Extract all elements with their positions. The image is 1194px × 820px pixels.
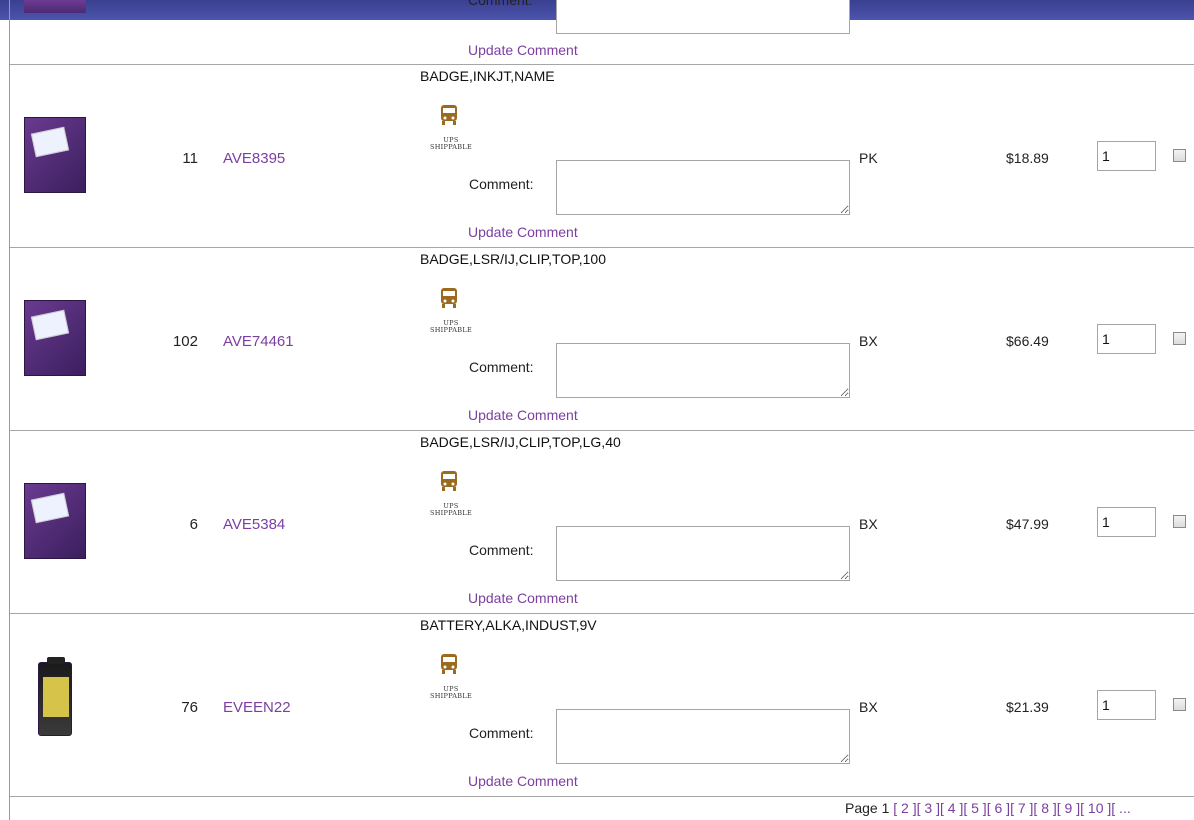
comment-label: Comment:	[469, 542, 534, 558]
product-image	[24, 0, 86, 13]
order-quantity-input[interactable]	[1097, 141, 1156, 171]
current-page-label: Page 1	[845, 800, 890, 816]
ups-shippable-label: UPS SHIPPABLE	[429, 319, 473, 334]
page-link[interactable]: [ 7 ]	[1010, 800, 1033, 816]
page-link[interactable]: [ ...	[1111, 800, 1130, 816]
ups-shippable-label: UPS SHIPPABLE	[429, 502, 473, 517]
price: $47.99	[1006, 516, 1049, 532]
update-comment-link[interactable]: Update Comment	[468, 42, 578, 58]
price: $18.89	[1006, 150, 1049, 166]
pagination: Page 1 [ 2 ][ 3 ][ 4 ][ 5 ][ 6 ][ 7 ][ 8…	[845, 800, 1131, 816]
ups-truck-icon	[441, 105, 457, 125]
comment-input[interactable]	[556, 343, 850, 398]
sku-link[interactable]: EVEEN22	[223, 699, 291, 716]
page-link[interactable]: [ 2 ]	[893, 800, 916, 816]
comment-input[interactable]	[556, 526, 850, 581]
page-link[interactable]: [ 10 ]	[1080, 800, 1111, 816]
product-image[interactable]	[24, 483, 86, 559]
product-description: BADGE,INKJT,NAME	[420, 68, 555, 84]
product-image[interactable]	[24, 117, 86, 193]
page-link[interactable]: [ 6 ]	[987, 800, 1010, 816]
available-qty: 102	[172, 333, 198, 350]
page-link[interactable]: [ 9 ]	[1057, 800, 1080, 816]
comment-label: Comment:	[469, 359, 534, 375]
available-qty: 6	[189, 516, 198, 533]
price: $21.39	[1006, 699, 1049, 715]
comment-label: Comment:	[468, 0, 533, 8]
table-row: 6 AVE5384 BADGE,LSR/IJ,CLIP,TOP,LG,40 UP…	[10, 431, 1194, 614]
select-checkbox[interactable]	[1173, 515, 1186, 528]
page-link[interactable]: [ 5 ]	[963, 800, 986, 816]
page-link[interactable]: [ 4 ]	[940, 800, 963, 816]
comment-input[interactable]	[556, 709, 850, 764]
page-link[interactable]: [ 8 ]	[1033, 800, 1056, 816]
ups-truck-icon	[441, 288, 457, 308]
unit-of-measure: BX	[859, 333, 878, 349]
order-quantity-input[interactable]	[1097, 690, 1156, 720]
update-comment-link[interactable]: Update Comment	[468, 407, 578, 423]
available-qty: 76	[181, 699, 198, 716]
ups-truck-icon	[441, 654, 457, 674]
unit-of-measure: PK	[859, 150, 878, 166]
ups-shippable-label: UPS SHIPPABLE	[429, 685, 473, 700]
order-quantity-input[interactable]	[1097, 324, 1156, 354]
price: $66.49	[1006, 333, 1049, 349]
order-quantity-input[interactable]	[1097, 507, 1156, 537]
product-description: BATTERY,ALKA,INDUST,9V	[420, 617, 597, 633]
sku-link[interactable]: AVE5384	[223, 516, 285, 533]
sku-link[interactable]: AVE74461	[223, 333, 294, 350]
page-link[interactable]: [ 3 ]	[917, 800, 940, 816]
comment-label: Comment:	[469, 176, 534, 192]
product-description: BADGE,LSR/IJ,CLIP,TOP,100	[420, 251, 606, 267]
comment-input[interactable]	[556, 160, 850, 215]
product-image[interactable]	[38, 657, 72, 736]
select-checkbox[interactable]	[1173, 332, 1186, 345]
sku-link[interactable]: AVE8395	[223, 150, 285, 167]
product-description: BADGE,LSR/IJ,CLIP,TOP,LG,40	[420, 434, 621, 450]
table-row: 102 AVE74461 BADGE,LSR/IJ,CLIP,TOP,100 U…	[10, 248, 1194, 431]
table-row: 11 AVE8395 BADGE,INKJT,NAME UPS SHIPPABLE…	[10, 65, 1194, 248]
ups-truck-icon	[441, 471, 457, 491]
unit-of-measure: BX	[859, 516, 878, 532]
update-comment-link[interactable]: Update Comment	[468, 590, 578, 606]
row-divider	[10, 796, 1194, 797]
unit-of-measure: BX	[859, 699, 878, 715]
product-image[interactable]	[24, 300, 86, 376]
select-checkbox[interactable]	[1173, 698, 1186, 711]
update-comment-link[interactable]: Update Comment	[468, 224, 578, 240]
comment-label: Comment:	[469, 725, 534, 741]
select-checkbox[interactable]	[1173, 149, 1186, 162]
available-qty: 11	[182, 150, 198, 167]
update-comment-link[interactable]: Update Comment	[468, 773, 578, 789]
ups-shippable-label: UPS SHIPPABLE	[429, 136, 473, 151]
comment-input[interactable]	[556, 0, 850, 34]
table-row: 76 EVEEN22 BATTERY,ALKA,INDUST,9V UPS SHI…	[10, 614, 1194, 797]
